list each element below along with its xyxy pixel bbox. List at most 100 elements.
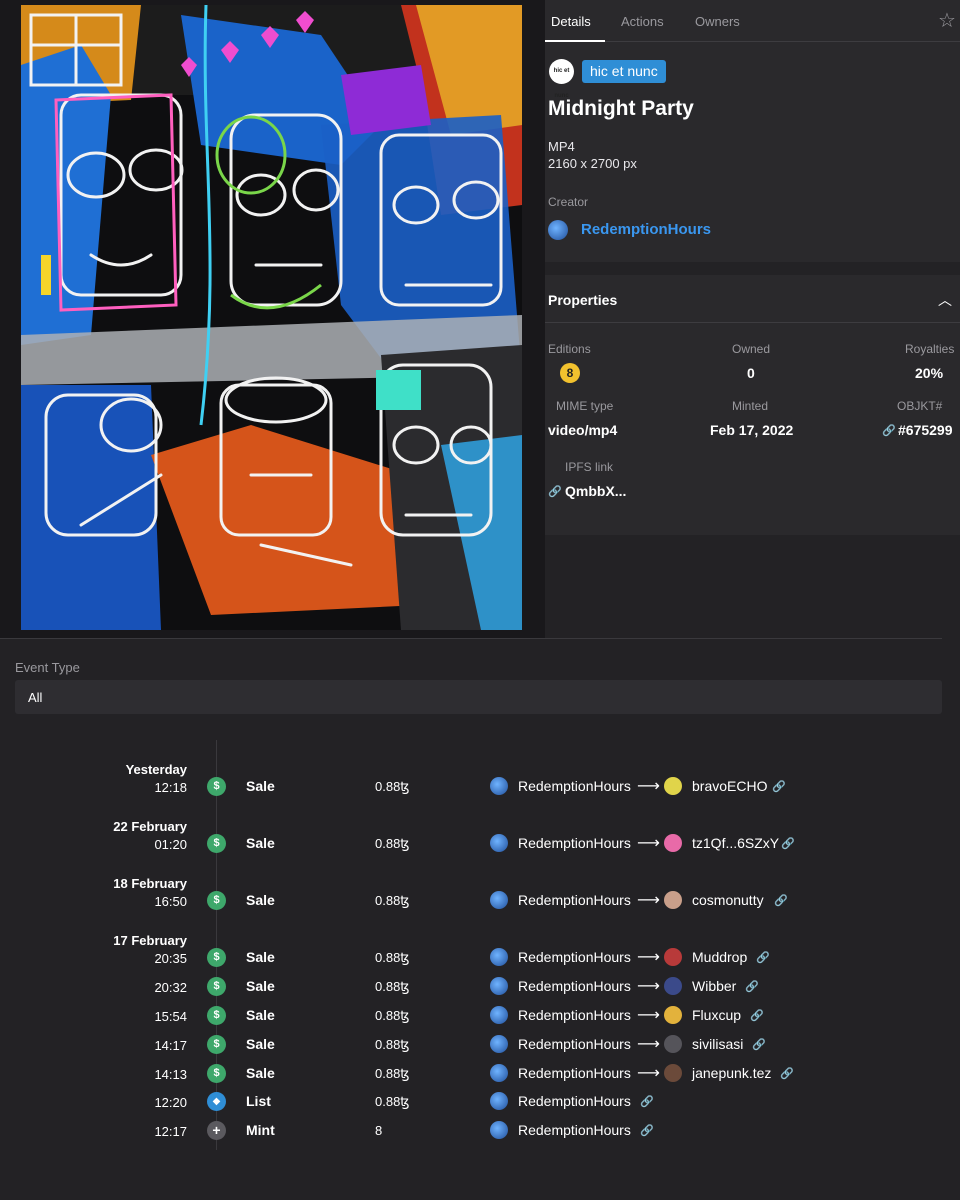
royalties-value: 20% (915, 365, 944, 381)
dollar-icon: $ (207, 1064, 226, 1083)
plus-icon: + (207, 1121, 226, 1140)
history-time: 14:13 (154, 1067, 187, 1082)
event-from[interactable]: RedemptionHours (518, 1122, 631, 1138)
artwork-image[interactable] (21, 5, 522, 630)
avatar[interactable] (490, 1092, 508, 1110)
chevron-up-icon[interactable]: ︿ (938, 290, 952, 310)
dollar-icon: $ (207, 1035, 226, 1054)
event-from[interactable]: RedemptionHours (518, 1007, 631, 1023)
event-from[interactable]: RedemptionHours (518, 892, 631, 908)
event-to[interactable]: sivilisasi (692, 1036, 743, 1052)
link-icon[interactable]: 🔗 (752, 1038, 766, 1051)
event-type: Sale (246, 978, 275, 994)
arrow-right-icon: ⟶ (637, 892, 660, 909)
dollar-icon: $ (207, 834, 226, 853)
event-to[interactable]: Fluxcup (692, 1007, 741, 1023)
event-price: 0.88ꜩ (375, 1094, 410, 1109)
avatar[interactable] (490, 977, 508, 995)
event-price: 0.88ꜩ (375, 779, 410, 794)
artwork-format: MP4 (548, 139, 575, 154)
avatar[interactable] (490, 948, 508, 966)
event-price: 0.88ꜩ (375, 979, 410, 994)
event-from[interactable]: RedemptionHours (518, 1036, 631, 1052)
event-to[interactable]: bravoECHO (692, 778, 767, 794)
avatar[interactable] (490, 1035, 508, 1053)
avatar[interactable] (664, 1006, 682, 1024)
link-icon[interactable]: 🔗 (781, 837, 795, 850)
platform-badge[interactable]: hic et nunc (582, 60, 666, 83)
creator-link[interactable]: RedemptionHours (581, 221, 711, 238)
event-price: 0.88ꜩ (375, 1008, 410, 1023)
creator-avatar[interactable] (548, 220, 568, 240)
royalties-label: Royalties (905, 342, 955, 356)
active-tab-indicator (545, 40, 605, 42)
avatar[interactable] (664, 777, 682, 795)
history-time: 20:32 (154, 980, 187, 995)
event-from[interactable]: RedemptionHours (518, 978, 631, 994)
event-type-value: All (28, 690, 43, 705)
link-icon[interactable]: 🔗 (756, 951, 770, 964)
arrow-right-icon: ⟶ (637, 778, 660, 795)
avatar[interactable] (664, 1064, 682, 1082)
arrow-right-icon: ⟶ (637, 835, 660, 852)
link-icon[interactable]: 🔗 (772, 780, 786, 793)
event-to[interactable]: janepunk.tez (692, 1065, 771, 1081)
minted-label: Minted (732, 399, 769, 413)
link-icon: 🔗 (882, 425, 896, 437)
link-icon[interactable]: 🔗 (750, 1009, 764, 1022)
history-date: Yesterday (125, 762, 187, 777)
event-to[interactable]: Wibber (692, 978, 736, 994)
arrow-right-icon: ⟶ (637, 1065, 660, 1082)
tab-actions[interactable]: Actions (621, 14, 664, 29)
dollar-icon: $ (207, 1006, 226, 1025)
ipfs-link[interactable]: QmbbX... (565, 483, 626, 499)
event-from[interactable]: RedemptionHours (518, 835, 631, 851)
avatar[interactable] (490, 777, 508, 795)
avatar[interactable] (664, 1035, 682, 1053)
timeline-line (216, 740, 217, 1150)
avatar[interactable] (490, 891, 508, 909)
avatar[interactable] (664, 948, 682, 966)
avatar[interactable] (490, 1064, 508, 1082)
event-price: 8 (375, 1123, 383, 1138)
tag-icon: ◆ (207, 1092, 226, 1111)
arrow-right-icon: ⟶ (637, 949, 660, 966)
arrow-right-icon: ⟶ (637, 978, 660, 995)
avatar[interactable] (664, 977, 682, 995)
link-icon[interactable]: 🔗 (780, 1067, 794, 1080)
tab-owners[interactable]: Owners (695, 14, 740, 29)
avatar[interactable] (490, 1121, 508, 1139)
link-icon[interactable]: 🔗 (774, 894, 788, 907)
tab-details[interactable]: Details (551, 14, 591, 29)
event-type: Sale (246, 1065, 275, 1081)
avatar[interactable] (490, 1006, 508, 1024)
dollar-icon: $ (207, 948, 226, 967)
event-to[interactable]: Muddrop (692, 949, 747, 965)
event-type: List (246, 1093, 271, 1109)
avatar[interactable] (664, 891, 682, 909)
link-icon[interactable]: 🔗 (745, 980, 759, 993)
event-type-select[interactable]: All (15, 680, 942, 714)
star-icon[interactable]: ☆ (936, 10, 958, 32)
event-type: Sale (246, 1007, 275, 1023)
event-from[interactable]: RedemptionHours (518, 778, 631, 794)
event-from[interactable]: RedemptionHours (518, 1093, 631, 1109)
avatar[interactable] (664, 834, 682, 852)
event-price: 0.88ꜩ (375, 1066, 410, 1081)
section-divider (0, 638, 942, 639)
avatar[interactable] (490, 834, 508, 852)
event-to[interactable]: cosmonutty (692, 892, 764, 908)
history-time: 12:20 (154, 1095, 187, 1110)
objkt-link[interactable]: #675299 (898, 422, 953, 438)
event-price: 0.88ꜩ (375, 836, 410, 851)
history-time: 15:54 (154, 1009, 187, 1024)
mime-type-label: MIME type (556, 399, 614, 413)
event-from[interactable]: RedemptionHours (518, 949, 631, 965)
event-price: 0.88ꜩ (375, 893, 410, 908)
artwork-title: Midnight Party (548, 97, 694, 120)
event-to[interactable]: tz1Qf...6SZxY (692, 835, 779, 851)
link-icon[interactable]: 🔗 (640, 1124, 654, 1137)
event-from[interactable]: RedemptionHours (518, 1065, 631, 1081)
properties-header[interactable]: Properties ︿ (545, 275, 960, 323)
link-icon[interactable]: 🔗 (640, 1095, 654, 1108)
